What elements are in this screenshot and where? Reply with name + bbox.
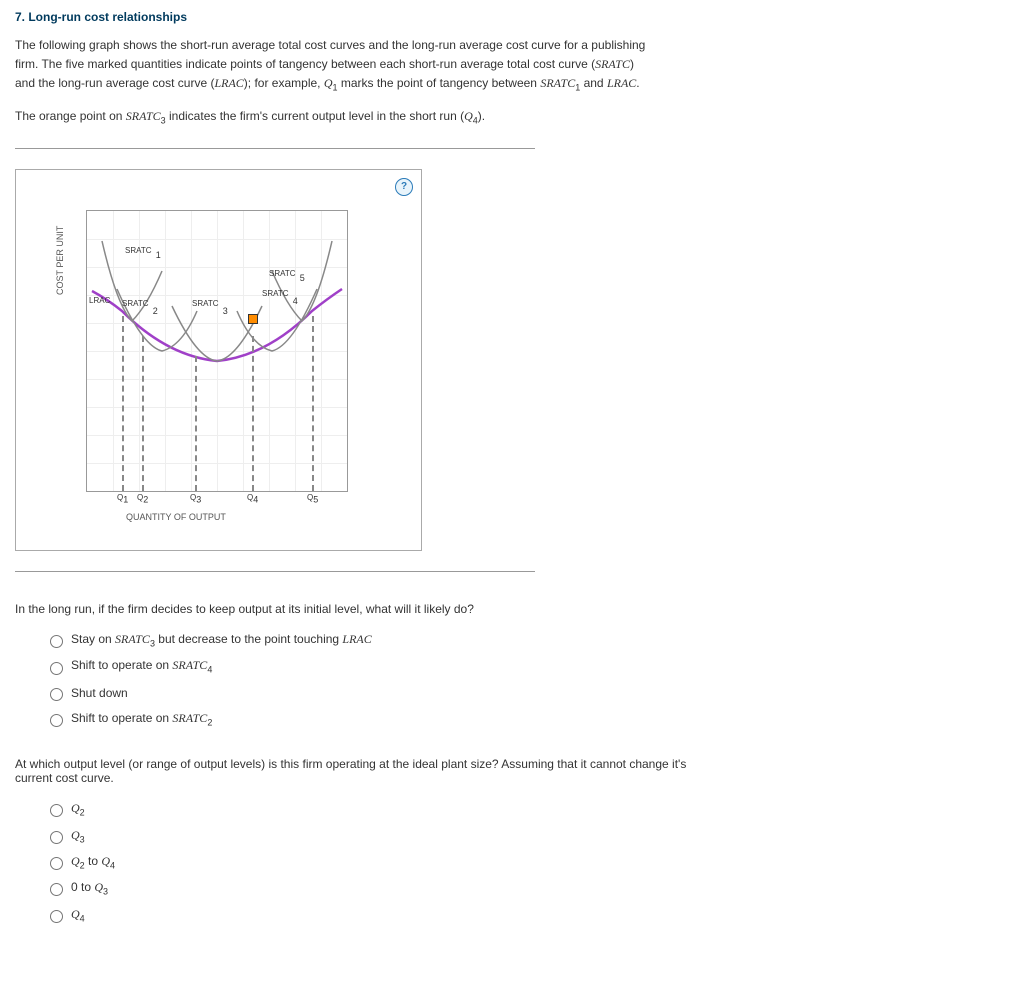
help-icon[interactable]: ?	[395, 178, 413, 196]
q1-option-c[interactable]: Shut down	[45, 685, 1009, 701]
x-axis-label: QUANTITY OF OUTPUT	[126, 512, 226, 522]
question-2-text: At which output level (or range of outpu…	[15, 757, 715, 785]
q2-option-d[interactable]: 0 to Q3	[45, 880, 1009, 896]
divider-top	[15, 148, 535, 149]
chart-plot-area: SRATC 1 LRAC SRATC 2 SRATC 3 SRATC 4 SRA…	[86, 210, 348, 492]
q2-radio-e[interactable]	[50, 910, 63, 923]
cost-chart: ? COST PER UNIT QUANTITY OF OUTPUT	[15, 169, 422, 551]
q2-radio-a[interactable]	[50, 804, 63, 817]
question-title: 7. Long-run cost relationships	[15, 10, 1009, 24]
q1-option-b[interactable]: Shift to operate on SRATC4	[45, 658, 1009, 674]
q1-radio-a[interactable]	[50, 635, 63, 648]
q1-radio-d[interactable]	[50, 714, 63, 727]
q2-radio-d[interactable]	[50, 883, 63, 896]
q2-option-e[interactable]: Q4	[45, 907, 1009, 923]
q2-option-c[interactable]: Q2 to Q4	[45, 854, 1009, 870]
q1-radio-b[interactable]	[50, 662, 63, 675]
q2-radio-b[interactable]	[50, 831, 63, 844]
question-1-text: In the long run, if the firm decides to …	[15, 602, 715, 616]
q1-option-d[interactable]: Shift to operate on SRATC2	[45, 711, 1009, 727]
y-axis-label: COST PER UNIT	[55, 226, 65, 295]
intro-paragraph-2: The orange point on SRATC3 indicates the…	[15, 107, 655, 128]
q1-option-a[interactable]: Stay on SRATC3 but decrease to the point…	[45, 632, 1009, 648]
intro-paragraph-1: The following graph shows the short-run …	[15, 36, 655, 95]
q2-option-b[interactable]: Q3	[45, 828, 1009, 844]
divider-bottom	[15, 571, 535, 572]
q2-option-a[interactable]: Q2	[45, 801, 1009, 817]
current-output-point	[248, 314, 258, 324]
q1-radio-c[interactable]	[50, 688, 63, 701]
q2-radio-c[interactable]	[50, 857, 63, 870]
